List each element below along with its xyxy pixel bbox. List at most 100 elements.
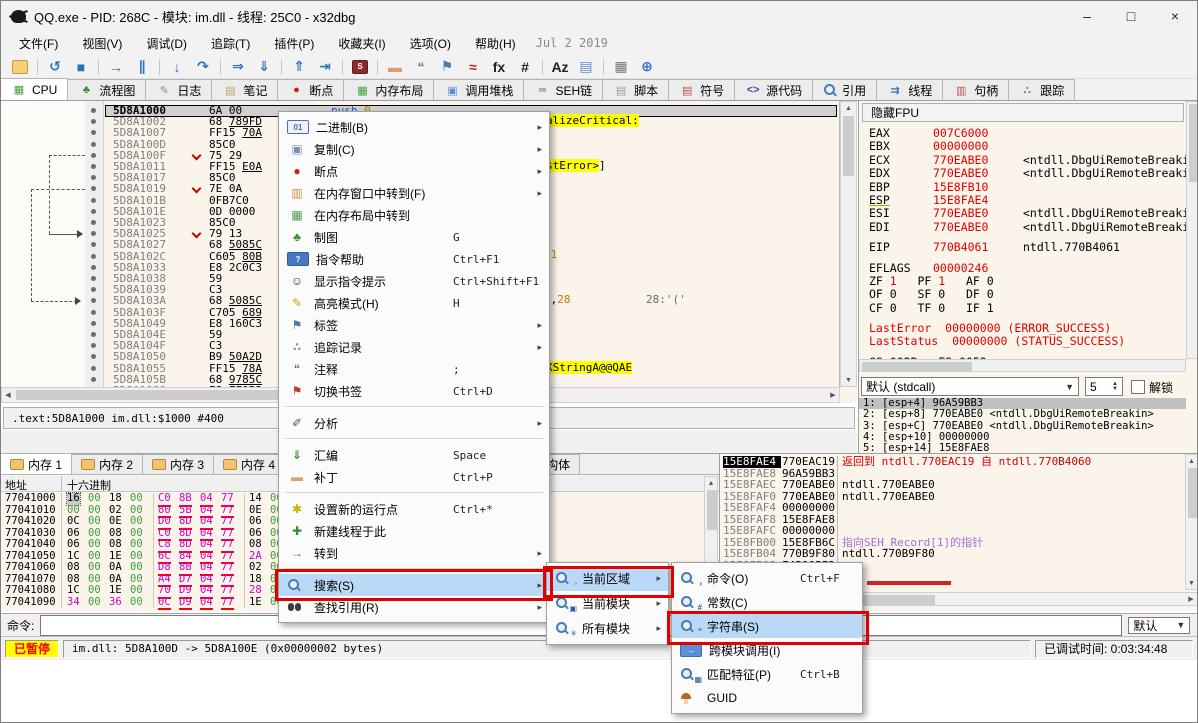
breakpoint-gutter[interactable] bbox=[85, 101, 104, 387]
tab-notes[interactable]: ▤笔记 bbox=[211, 79, 278, 100]
breakpoint-dot[interactable] bbox=[91, 142, 96, 147]
argument-row[interactable]: 2: [esp+8] 770EABE0 <ntdll.DbgUiRemoteBr… bbox=[859, 409, 1186, 420]
menu-item-breakpoint[interactable]: ●断点▸ bbox=[279, 160, 549, 182]
menubar-item-4[interactable]: 插件(P) bbox=[264, 34, 324, 54]
run-trace-icon[interactable]: ⇒ bbox=[225, 57, 251, 77]
menu-item-intermodular-calls[interactable]: →跨模块调用(I) bbox=[672, 638, 862, 662]
unlock-checkbox[interactable] bbox=[1131, 380, 1145, 394]
menu-item-current-region[interactable]: ▫当前区域▸ bbox=[547, 566, 668, 591]
menu-item-show-mnemonic-brief[interactable]: ☺显示指令提示Ctrl+Shift+F1 bbox=[279, 270, 549, 292]
menu-item-all-modules[interactable]: ✳所有模块▸ bbox=[547, 616, 668, 641]
command-profile-select[interactable]: 默认▼ bbox=[1128, 617, 1190, 634]
menu-item-instruction-help[interactable]: ?指令帮助Ctrl+F1 bbox=[279, 248, 549, 270]
registers-vscrollbar[interactable] bbox=[1186, 101, 1198, 359]
breakpoint-dot[interactable] bbox=[91, 108, 96, 113]
menu-item-constant[interactable]: #常数(C) bbox=[672, 590, 862, 614]
menubar-item-7[interactable]: 帮助(H) bbox=[465, 34, 526, 54]
breakpoint-dot[interactable] bbox=[91, 298, 96, 303]
menu-item-comment[interactable]: “注释; bbox=[279, 358, 549, 380]
hide-fpu-button[interactable]: 隐藏FPU bbox=[862, 103, 1184, 122]
maximize-button[interactable]: □ bbox=[1109, 1, 1153, 31]
pause-icon[interactable]: ∥ bbox=[129, 57, 155, 77]
dump-tab-dump-1[interactable]: 内存 1 bbox=[0, 453, 72, 474]
call-arguments-list[interactable]: 1: [esp+4] 96A59BB32: [esp+8] 770EABE0 <… bbox=[859, 398, 1186, 453]
breakpoint-dot[interactable] bbox=[91, 310, 96, 315]
seh-icon[interactable]: S bbox=[347, 57, 373, 77]
open-folder-icon[interactable] bbox=[7, 57, 33, 77]
breakpoint-dot[interactable] bbox=[91, 366, 96, 371]
step-out-icon[interactable]: ⇓ bbox=[251, 57, 277, 77]
menubar-item-3[interactable]: 追踪(T) bbox=[201, 34, 260, 54]
stack-row[interactable]: 15E8FAFC00000000 bbox=[720, 525, 1198, 537]
menu-item-current-module[interactable]: ▣当前模块▸ bbox=[547, 591, 668, 616]
dump-tab-dump-2[interactable]: 内存 2 bbox=[71, 454, 143, 474]
menu-item-copy[interactable]: ▣复制(C)▸ bbox=[279, 138, 549, 160]
modules-icon[interactable]: ▤ bbox=[573, 57, 599, 77]
breakpoint-dot[interactable] bbox=[91, 377, 96, 382]
register-row[interactable]: LastError 00000000 (ERROR_SUCCESS) bbox=[869, 322, 1185, 335]
breakpoint-dot[interactable] bbox=[91, 287, 96, 292]
run-icon[interactable]: → bbox=[103, 57, 129, 77]
tab-seh[interactable]: ∞SEH链 bbox=[523, 79, 603, 100]
menu-item-analysis[interactable]: ✐分析▸ bbox=[279, 412, 549, 434]
register-row[interactable]: EFLAGS00000246 bbox=[869, 262, 1185, 275]
breakpoint-dot[interactable] bbox=[91, 186, 96, 191]
register-row[interactable]: EBX00000000 bbox=[869, 140, 1185, 153]
register-row[interactable]: EBP15E8FB10 bbox=[869, 181, 1185, 194]
register-row[interactable]: OF 0 SF 0 DF 0 bbox=[869, 288, 1185, 301]
menu-item-toggle-bookmark[interactable]: ⚑切换书签Ctrl+D bbox=[279, 380, 549, 402]
disasm-vscrollbar[interactable]: ▲ ▼ bbox=[840, 101, 857, 387]
menu-item-pattern[interactable]: ▦匹配特征(P)Ctrl+B bbox=[672, 662, 862, 686]
argument-depth-stepper[interactable]: 5 ▲▼ bbox=[1085, 377, 1123, 396]
breakpoint-dot[interactable] bbox=[91, 209, 96, 214]
breakpoint-dot[interactable] bbox=[91, 321, 96, 326]
tab-graph[interactable]: ♣流程图 bbox=[67, 79, 146, 100]
menu-item-search[interactable]: 搜索(S)▸ bbox=[279, 574, 549, 596]
comments-icon[interactable]: “ bbox=[408, 57, 434, 77]
tab-trace[interactable]: ∴跟踪 bbox=[1008, 79, 1075, 100]
menu-item-follow-in-memory-map[interactable]: ▦在内存布局中转到 bbox=[279, 204, 549, 226]
patches-icon[interactable]: ▬ bbox=[382, 57, 408, 77]
menu-item-set-new-origin[interactable]: ✱设置新的运行点Ctrl+* bbox=[279, 498, 549, 520]
menu-item-highlighting-mode[interactable]: ✎高亮模式(H)H bbox=[279, 292, 549, 314]
tab-memory-map[interactable]: ▦内存布局 bbox=[343, 79, 434, 100]
stop-icon[interactable]: ■ bbox=[68, 57, 94, 77]
breakpoint-dot[interactable] bbox=[91, 130, 96, 135]
menu-item-graph[interactable]: ♣制图G bbox=[279, 226, 549, 248]
breakpoint-dot[interactable] bbox=[91, 242, 96, 247]
stack-row[interactable]: 15E8FAF400000000 bbox=[720, 502, 1198, 514]
stack-vscrollbar[interactable]: ▲ ▼ bbox=[1185, 454, 1198, 590]
breakpoint-dot[interactable] bbox=[91, 119, 96, 124]
run-to-user-code-icon[interactable]: ⇥ bbox=[312, 57, 338, 77]
dump-tab-dump-3[interactable]: 内存 3 bbox=[142, 454, 214, 474]
step-into-icon[interactable]: ↓ bbox=[164, 57, 190, 77]
breakpoint-dot[interactable] bbox=[91, 343, 96, 348]
register-row[interactable]: ECX770EABE0<ntdll.DbgUiRemoteBreakin> bbox=[869, 154, 1185, 167]
menubar-item-0[interactable]: 文件(F) bbox=[9, 34, 68, 54]
breakpoint-dot[interactable] bbox=[91, 231, 96, 236]
register-row[interactable]: ZF 1 PF 1 AF 0 bbox=[869, 275, 1185, 288]
stack-row[interactable]: 15E8FAEC770EABE0ntdll.770EABE0 bbox=[720, 479, 1198, 491]
breakpoint-dot[interactable] bbox=[91, 254, 96, 259]
menu-item-string-references[interactable]: “字符串(S) bbox=[672, 614, 862, 638]
registers-hscrollbar[interactable] bbox=[859, 359, 1186, 372]
menubar-item-1[interactable]: 视图(V) bbox=[72, 34, 132, 54]
breakpoint-dot[interactable] bbox=[91, 276, 96, 281]
dump-tab-dump-4[interactable]: 内存 4 bbox=[213, 454, 285, 474]
breakpoint-dot[interactable] bbox=[91, 175, 96, 180]
execute-till-return-icon[interactable]: ⇑ bbox=[286, 57, 312, 77]
menu-item-create-thread-here[interactable]: ✚新建线程于此 bbox=[279, 520, 549, 542]
register-row[interactable]: CF 0 TF 0 IF 1 bbox=[869, 302, 1185, 315]
menubar-item-5[interactable]: 收藏夹(I) bbox=[328, 34, 395, 54]
tab-cpu[interactable]: ▦CPU bbox=[0, 78, 68, 100]
register-row[interactable]: ESI770EABE0<ntdll.DbgUiRemoteBreakin> bbox=[869, 207, 1185, 220]
breakpoint-dot[interactable] bbox=[91, 164, 96, 169]
close-button[interactable]: × bbox=[1153, 1, 1197, 31]
breakpoint-dot[interactable] bbox=[91, 220, 96, 225]
register-row[interactable]: EDI770EABE0<ntdll.DbgUiRemoteBreakin> bbox=[869, 221, 1185, 234]
register-row[interactable]: EDX770EABE0<ntdll.DbgUiRemoteBreakin> bbox=[869, 167, 1185, 180]
menu-item-trace-record[interactable]: ∴追踪记录▸ bbox=[279, 336, 549, 358]
menu-item-find-references[interactable]: 查找引用(R)▸ bbox=[279, 596, 549, 618]
menubar-item-6[interactable]: 选项(O) bbox=[400, 34, 461, 54]
tab-handles[interactable]: ▥句柄 bbox=[942, 79, 1009, 100]
